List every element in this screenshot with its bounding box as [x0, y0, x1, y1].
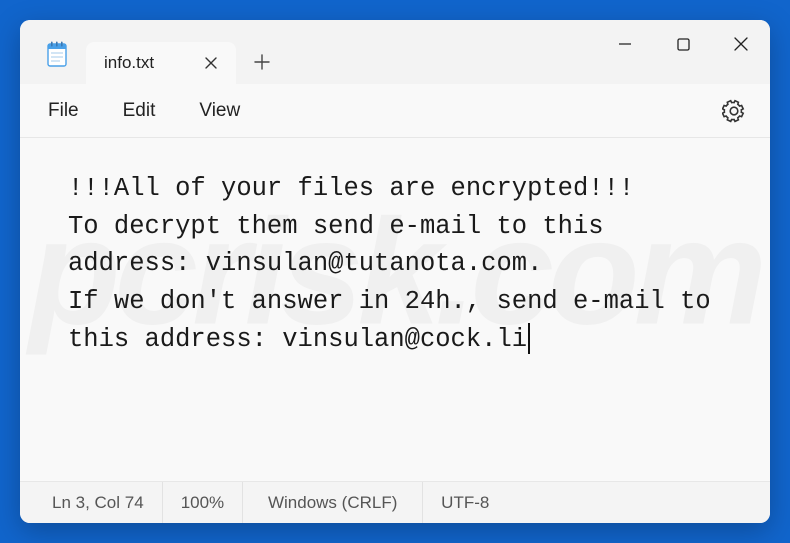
- tab-title: info.txt: [104, 53, 154, 73]
- menubar: File Edit View: [20, 84, 770, 138]
- menu-view[interactable]: View: [199, 100, 240, 122]
- status-line-ending[interactable]: Windows (CRLF): [243, 482, 423, 523]
- new-tab-button[interactable]: [242, 42, 282, 82]
- gear-icon: [722, 99, 746, 123]
- status-cursor-position[interactable]: Ln 3, Col 74: [48, 482, 163, 523]
- maximize-button[interactable]: [654, 20, 712, 68]
- document-content: !!!All of your files are encrypted!!! To…: [68, 174, 726, 354]
- window-controls: [596, 20, 770, 68]
- text-editor-area[interactable]: !!!All of your files are encrypted!!! To…: [20, 138, 770, 481]
- notepad-app-icon: [44, 42, 68, 66]
- status-encoding[interactable]: UTF-8: [423, 482, 507, 523]
- status-zoom[interactable]: 100%: [163, 482, 243, 523]
- tab-close-button[interactable]: [198, 50, 224, 76]
- statusbar: Ln 3, Col 74 100% Windows (CRLF) UTF-8: [20, 481, 770, 523]
- text-caret: [528, 323, 530, 354]
- titlebar[interactable]: info.txt: [20, 20, 770, 84]
- menu-edit[interactable]: Edit: [123, 100, 156, 122]
- menu-file[interactable]: File: [48, 100, 79, 122]
- minimize-button[interactable]: [596, 20, 654, 68]
- close-window-button[interactable]: [712, 20, 770, 68]
- settings-button[interactable]: [716, 93, 752, 129]
- notepad-window: pcrisk.com info.txt: [20, 20, 770, 523]
- tab-info-txt[interactable]: info.txt: [86, 42, 236, 84]
- tab-strip: info.txt: [86, 20, 282, 84]
